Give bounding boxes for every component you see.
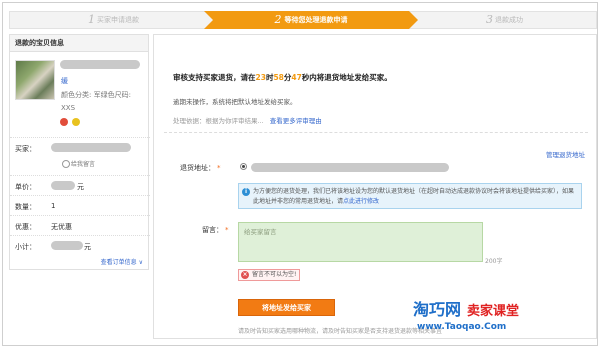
step-2-active: 2 等待您处理退款申请 [204, 11, 418, 29]
subtotal-row: 小计： 元 [10, 235, 150, 255]
send-address-button[interactable]: 将地址发给买家 [238, 299, 335, 316]
price-redacted [51, 181, 75, 190]
address-label: 退货地址： * [180, 164, 221, 172]
message-label: 留言： * [202, 226, 229, 234]
wangwang-icon [62, 160, 70, 168]
message-error: × 留言不可以为空! [238, 269, 301, 281]
progress-steps: 1 买家申请退款 2 等待您处理退款申请 3 退款成功 [9, 11, 597, 29]
watermark-channel: 卖家课堂 [467, 304, 520, 319]
price-row: 单价： 元 [10, 175, 150, 195]
wangwang-link[interactable]: 给我留言 [62, 159, 95, 168]
guarantee-badge-icon [60, 118, 68, 126]
more-reasons-link[interactable]: 查看更多评审理由 [270, 117, 322, 125]
page-frame: 1 买家申请退款 2 等待您处理退款申请 3 退款成功 退款的宝贝信息 缓 颜色分类:… [2, 2, 598, 346]
item-thumbnail[interactable] [15, 60, 55, 100]
bottom-notice: 请及时告知买家选用哪种物流，请及时告知买家是否支持退货退款等相关事宜 [238, 328, 443, 335]
hours-countdown: 23 [255, 73, 266, 82]
panel-title: 退款的宝贝信息 [10, 35, 148, 52]
info-icon: i [242, 188, 250, 196]
address-redacted [251, 163, 449, 172]
overdue-notice: 逾期未操作，系统将把默认地址发给买家。 [173, 98, 297, 106]
watermark-url: www.Taoqao.Com [417, 322, 507, 332]
item-name-redacted [60, 60, 140, 69]
address-radio[interactable] [240, 163, 247, 170]
refund-process-panel: 审核支持买家退货，请在23时58分47秒内将退货地址发给买家。 逾期未操作，系统… [153, 34, 597, 339]
char-limit: 200字 [485, 258, 503, 265]
buyer-name-redacted [51, 143, 131, 152]
deadline-headline: 审核支持买家退货，请在23时58分47秒内将退货地址发给买家。 [173, 73, 392, 82]
seconds-countdown: 47 [291, 73, 302, 82]
subtotal-redacted [51, 241, 83, 250]
quantity-row: 数量： 1 [10, 195, 150, 215]
minutes-countdown: 58 [273, 73, 284, 82]
refund-item-panel: 退款的宝贝信息 缓 颜色分类: 军绿色尺码: XXS 买家： 给我留言 单价： … [9, 34, 150, 270]
manage-address-link[interactable]: 管理退货地址 [546, 149, 585, 159]
watermark-brand: 淘巧网 [413, 300, 462, 319]
step-3: 3 退款成功 [486, 13, 523, 26]
service-badges [60, 118, 82, 128]
message-textarea[interactable]: 给买家留言 [238, 222, 483, 262]
discount-row: 优惠： 无优惠 [10, 215, 150, 235]
process-basis: 处理依据：根据为你评审结果... 查看更多评审理由 [173, 117, 322, 125]
divider [164, 132, 588, 133]
item-spec: 颜色分类: 军绿色尺码: XXS [61, 91, 131, 112]
item-link[interactable]: 缓 [61, 76, 68, 86]
smile-badge-icon [72, 118, 81, 126]
edit-address-link[interactable]: 点此进行修改 [343, 198, 379, 205]
error-icon: × [241, 271, 249, 279]
step-1: 1 买家申请退款 [88, 13, 139, 26]
address-info-tip: i 为方便您的退货处理，我们已将该地址设为您的默认退货地址（在超时自动达成退款协… [238, 183, 582, 209]
chevron-down-icon: ∨ [138, 259, 143, 266]
view-order-link[interactable]: 查看订单信息 ∨ [101, 257, 143, 266]
site-watermark: 淘巧网 卖家课堂 www.Taoqao.Com [413, 296, 591, 342]
